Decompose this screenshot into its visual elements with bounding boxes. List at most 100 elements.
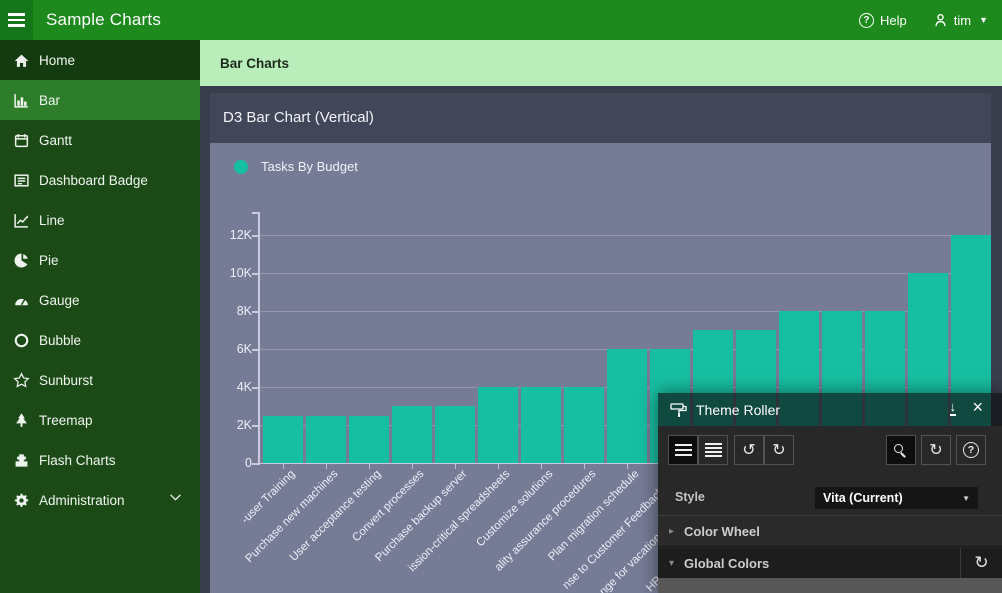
sidebar-item-bubble[interactable]: Bubble — [0, 320, 200, 360]
x-axis-tick — [498, 464, 499, 469]
legend-label: Tasks By Budget — [261, 159, 358, 174]
caret-down-icon: ▼ — [962, 494, 970, 503]
menu-button[interactable] — [0, 0, 33, 40]
redo-icon: ↻ — [772, 442, 785, 458]
theme-roller-toolbar: ↺ ↻ ↻ ? — [658, 426, 1002, 480]
y-axis-label: 10K — [210, 265, 252, 281]
sidebar-item-label: Dashboard Badge — [39, 173, 148, 188]
theme-roller-body: ↺ ↻ ↻ ? Style Vita (Current) ▼ ▸ — [658, 426, 1002, 578]
redo-button[interactable]: ↻ — [764, 435, 794, 465]
list-dense-icon — [705, 443, 722, 457]
gridline — [258, 273, 991, 274]
x-axis-tick — [283, 464, 284, 469]
sidebar-item-line[interactable]: Line — [0, 200, 200, 240]
refresh-icon: ↻ — [974, 553, 988, 573]
bubble-icon — [11, 332, 31, 349]
sidebar-item-treemap[interactable]: Treemap — [0, 400, 200, 440]
paint-roller-icon — [670, 402, 688, 418]
sidebar-item-sunburst[interactable]: Sunburst — [0, 360, 200, 400]
y-axis-label: 4K — [210, 379, 252, 395]
bar[interactable] — [564, 387, 604, 463]
app-title: Sample Charts — [46, 0, 161, 40]
x-axis-tick — [326, 464, 327, 469]
y-axis-label: 12K — [210, 227, 252, 243]
help-circle-icon: ? — [963, 442, 979, 458]
x-axis-tick — [627, 464, 628, 469]
style-row: Style Vita (Current) ▼ — [658, 480, 1002, 515]
chart-legend[interactable]: Tasks By Budget — [234, 159, 358, 174]
caret-down-icon: ▾ — [669, 558, 681, 569]
help-label: Help — [880, 13, 907, 28]
x-axis-tick — [584, 464, 585, 469]
style-select-value: Vita (Current) — [823, 491, 903, 505]
close-icon[interactable]: × — [972, 397, 983, 418]
sidebar-item-administration[interactable]: Administration — [0, 480, 200, 520]
sidebar-item-dashboard-badge[interactable]: Dashboard Badge — [0, 160, 200, 200]
y-axis-label: 6K — [210, 341, 252, 357]
bar-chart-icon — [11, 92, 31, 109]
theme-roller-panel: Theme Roller ↓ × ↺ ↻ ↻ ? — [658, 393, 1002, 593]
section-global-colors[interactable]: ▾ Global Colors ↻ — [658, 548, 1002, 578]
global-colors-refresh-button[interactable]: ↻ — [960, 548, 1002, 578]
section-color-wheel[interactable]: ▸ Color Wheel — [658, 515, 1002, 547]
sidebar-item-label: Bubble — [39, 333, 81, 348]
y-axis-label: 2K — [210, 417, 252, 433]
sidebar: Home BarGantt Dashboard Badge Line Pie Gauge B… — [0, 40, 200, 593]
help-icon: ? — [859, 13, 874, 28]
style-select[interactable]: Vita (Current) ▼ — [815, 487, 978, 509]
user-icon — [933, 12, 948, 28]
section-label: Global Colors — [684, 556, 769, 571]
sidebar-item-pie[interactable]: Pie — [0, 240, 200, 280]
sidebar-item-label: Sunburst — [39, 373, 93, 388]
list-dense-button[interactable] — [698, 435, 728, 465]
theme-roller-header[interactable]: Theme Roller ↓ × — [658, 393, 1002, 426]
gridline — [258, 235, 991, 236]
breadcrumb: Bar Charts — [200, 40, 1002, 86]
refresh-button[interactable]: ↻ — [921, 435, 951, 465]
legend-marker-icon — [234, 160, 248, 174]
search-button[interactable] — [886, 435, 916, 465]
sidebar-item-label: Administration — [39, 493, 125, 508]
refresh-icon: ↻ — [929, 442, 942, 458]
breadcrumb-title: Bar Charts — [220, 56, 289, 71]
sidebar-item-label: Line — [39, 213, 65, 228]
download-icon[interactable]: ↓ — [950, 400, 957, 416]
x-axis-tick — [369, 464, 370, 469]
bar[interactable] — [306, 416, 346, 464]
sidebar-item-label: Treemap — [39, 413, 93, 428]
bar[interactable] — [607, 349, 647, 463]
style-label: Style — [675, 490, 705, 504]
x-axis-tick — [412, 464, 413, 469]
y-axis-label: 0 — [210, 455, 252, 471]
sidebar-item-gauge[interactable]: Gauge — [0, 280, 200, 320]
dashboard-badge-icon — [11, 172, 31, 189]
undo-button[interactable]: ↺ — [734, 435, 764, 465]
sidebar-item-bar[interactable]: Bar — [0, 80, 200, 120]
y-axis — [258, 212, 260, 465]
help-toolbar-button[interactable]: ? — [956, 435, 986, 465]
bar[interactable] — [521, 387, 561, 463]
sidebar-item-label: Home — [39, 53, 75, 68]
topbar: Sample Charts ? Help tim ▼ — [0, 0, 1002, 40]
bar[interactable] — [349, 416, 389, 464]
sidebar-item-label: Gauge — [39, 293, 80, 308]
theme-roller-bottom-strip — [658, 578, 1002, 593]
bar[interactable] — [435, 406, 475, 463]
gauge-icon — [11, 292, 31, 309]
home-icon — [11, 52, 31, 69]
user-menu[interactable]: tim ▼ — [933, 12, 988, 28]
sidebar-item-flash-charts[interactable]: Flash Charts — [0, 440, 200, 480]
help-button[interactable]: ? Help — [859, 13, 907, 28]
y-axis-label: 8K — [210, 303, 252, 319]
line-chart-icon — [11, 212, 31, 229]
sidebar-item-label: Flash Charts — [39, 453, 116, 468]
bar[interactable] — [478, 387, 518, 463]
sidebar-item-gantt[interactable]: Gantt — [0, 120, 200, 160]
theme-roller-title: Theme Roller — [696, 402, 780, 418]
list-compact-button[interactable] — [668, 435, 698, 465]
flash-charts-icon — [11, 452, 31, 469]
caret-down-icon: ▼ — [979, 15, 988, 25]
bar[interactable] — [392, 406, 432, 463]
bar[interactable] — [263, 416, 303, 464]
sidebar-item-home[interactable]: Home — [0, 40, 200, 80]
